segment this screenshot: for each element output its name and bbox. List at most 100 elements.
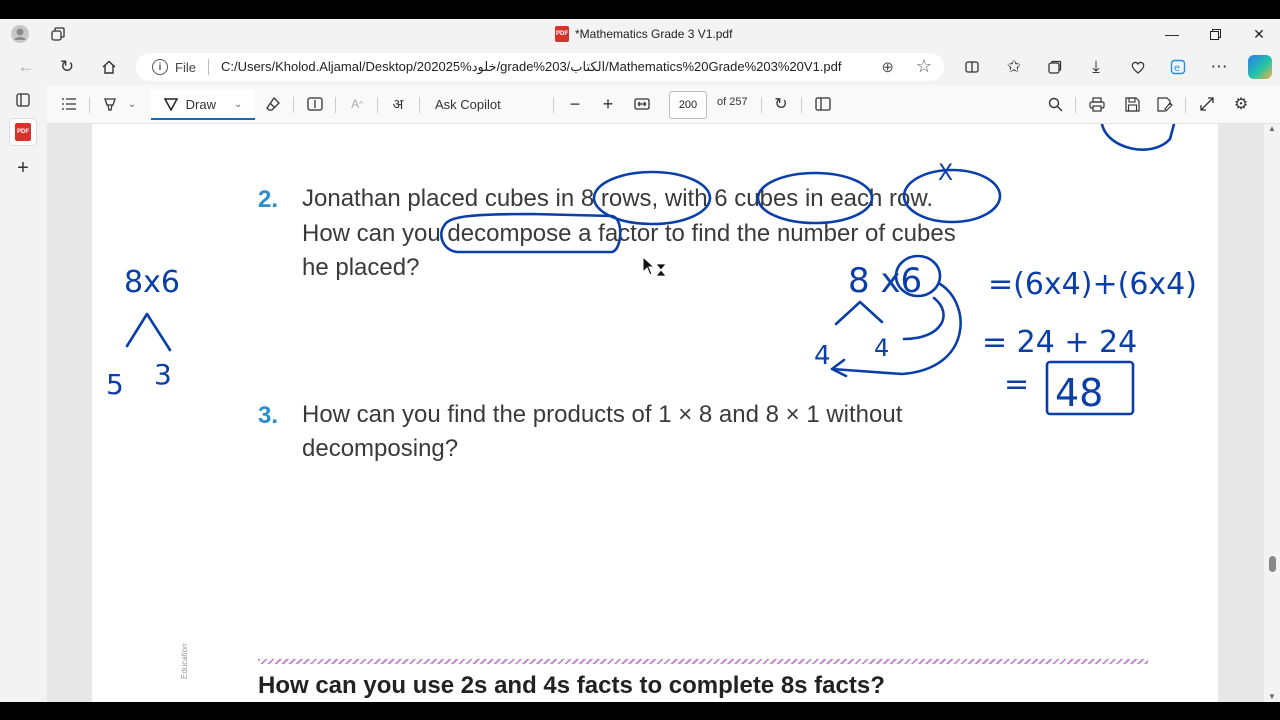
toolbar-divider	[801, 97, 802, 113]
ink-partial-circle	[1100, 124, 1176, 151]
toolbar-divider	[293, 97, 294, 113]
toolbar-divider	[419, 97, 420, 113]
fullscreen-icon[interactable]	[1197, 93, 1217, 115]
toolbar-divider	[1185, 97, 1186, 113]
search-icon[interactable]	[1045, 93, 1065, 115]
ink-right-split-branches	[834, 300, 884, 326]
eraser-icon[interactable]	[263, 93, 283, 115]
scrollbar-thumb[interactable]	[1269, 556, 1276, 572]
question-2-number: 2.	[258, 186, 279, 213]
ink-left-split-a: 5	[106, 368, 124, 401]
edge-bar-icon[interactable]: e	[1165, 55, 1191, 79]
pdf-toolbar: ⌄ Draw ⌄ A ^ अ Ask Copilot − + 200 of 257	[47, 85, 1280, 124]
tab-actions-icon[interactable]	[10, 87, 36, 113]
add-text-icon[interactable]	[305, 93, 325, 115]
highlight-button[interactable]: ⌄	[97, 93, 141, 115]
toolbar-divider	[1075, 97, 1076, 113]
ink-left-split-b: 3	[154, 358, 172, 391]
ink-inner-curve	[902, 296, 945, 341]
toolbar-divider	[335, 97, 336, 113]
more-options-icon[interactable]: ⋯	[1206, 55, 1232, 79]
collections-icon[interactable]	[1042, 55, 1068, 79]
tab-title: PDF *Mathematics Grade 3 V1.pdf	[555, 26, 732, 42]
pdf-file-icon: PDF	[555, 26, 569, 42]
tab-pdf-document[interactable]: PDF	[10, 119, 36, 145]
ink-split-left: 4	[814, 341, 831, 371]
question-2-line-1: Jonathan placed cubes in 8 rows, with 6 …	[302, 185, 934, 212]
browser-window: PDF *Mathematics Grade 3 V1.pdf — ✕ ← ↻ …	[0, 19, 1280, 702]
page-view-icon[interactable]	[812, 93, 834, 115]
vertical-credit: Education	[180, 643, 189, 679]
fit-width-icon[interactable]	[632, 93, 652, 115]
read-aloud-text-size-icon[interactable]: A ^	[345, 93, 369, 115]
ink-left-expression: 8x6	[124, 265, 180, 300]
minimize-button[interactable]: —	[1150, 19, 1194, 49]
toolbar-divider	[89, 97, 90, 113]
ink-right-expression: 8 x6	[848, 261, 922, 301]
section-heading: How can you use 2s and 4s facts to compl…	[258, 672, 885, 699]
busy-cursor-icon	[642, 256, 667, 277]
toolbar-divider	[377, 97, 378, 113]
ink-answer: 48	[1055, 371, 1103, 415]
vertical-tab-rail: PDF +	[0, 85, 47, 702]
contents-icon[interactable]	[59, 93, 79, 115]
favorite-star-icon[interactable]: ☆	[916, 56, 932, 77]
zoom-in-button[interactable]: +	[598, 93, 618, 115]
question-3-line-2: decomposing?	[302, 435, 459, 462]
ink-arrow-curve	[830, 282, 962, 376]
question-3-line-1: How can you find the products of 1 × 8 a…	[302, 401, 903, 428]
close-window-button[interactable]: ✕	[1237, 19, 1280, 49]
new-tab-button[interactable]: +	[10, 155, 36, 181]
question-3-number: 3.	[258, 402, 279, 429]
favorites-icon[interactable]: ✩	[1001, 55, 1027, 79]
downloads-icon[interactable]: ⤓	[1083, 55, 1109, 79]
save-as-icon[interactable]	[1155, 93, 1175, 115]
copilot-icon[interactable]	[1248, 55, 1272, 79]
pdf-tab-icon: PDF	[15, 123, 31, 141]
draw-button[interactable]: Draw ⌄	[151, 90, 255, 120]
toolbar-divider	[553, 97, 554, 113]
save-icon[interactable]	[1122, 93, 1142, 115]
browser-essentials-icon[interactable]	[1125, 55, 1151, 79]
ink-arrowhead	[830, 358, 848, 378]
navigation-bar: ← ↻ i File C:/Users/Kholod.Aljamal/Deskt…	[0, 49, 1280, 85]
address-url[interactable]: C:/Users/Kholod.Aljamal/Desktop/202025%خ…	[221, 59, 842, 75]
address-divider	[207, 59, 209, 75]
refresh-button[interactable]: ↻	[54, 55, 80, 79]
tab-title-text: *Mathematics Grade 3 V1.pdf	[575, 27, 733, 41]
address-scheme-label: File	[175, 59, 196, 75]
ink-equation-1: =(6x4)+(6x4)	[988, 267, 1197, 302]
site-info-icon[interactable]: i	[152, 59, 168, 75]
pdf-viewer[interactable]: 2. Jonathan placed cubes in 8 rows, with…	[47, 124, 1264, 702]
print-icon[interactable]	[1087, 93, 1107, 115]
ink-split-right: 4	[874, 334, 889, 362]
draw-label: Draw	[185, 96, 216, 112]
svg-text:e: e	[1174, 63, 1180, 74]
home-button[interactable]	[96, 55, 122, 79]
back-button[interactable]: ←	[13, 55, 39, 79]
workspaces-icon[interactable]	[48, 24, 68, 44]
question-2-line-2: How can you decompose a factor to find t…	[302, 220, 956, 247]
ink-equation-2: = 24 + 24	[982, 325, 1137, 360]
page-number-input[interactable]: 200	[669, 91, 707, 119]
ask-copilot-button[interactable]: Ask Copilot	[435, 93, 501, 115]
ink-circle-6	[894, 254, 942, 298]
split-screen-icon[interactable]	[959, 55, 985, 79]
scroll-down-icon[interactable]: ▼	[1268, 692, 1276, 701]
chevron-down-icon: ⌄	[127, 98, 137, 110]
vertical-scrollbar[interactable]: ▲ ▼	[1264, 124, 1280, 702]
profile-avatar-icon[interactable]	[10, 24, 30, 44]
ink-left-split-branches	[125, 312, 172, 352]
zoom-out-button[interactable]: −	[565, 93, 585, 115]
section-divider	[258, 659, 1148, 664]
restore-button[interactable]	[1193, 19, 1237, 49]
question-2-line-3: he placed?	[302, 254, 420, 281]
address-bar[interactable]: i File C:/Users/Kholod.Aljamal/Desktop/2…	[136, 53, 944, 81]
settings-gear-icon[interactable]: ⚙	[1231, 93, 1251, 115]
scroll-up-icon[interactable]: ▲	[1268, 124, 1276, 133]
pdf-page[interactable]: 2. Jonathan placed cubes in 8 rows, with…	[92, 124, 1218, 702]
rotate-icon[interactable]: ↻	[771, 93, 791, 115]
translate-icon[interactable]: अ	[387, 93, 409, 115]
zoom-icon[interactable]: ⊕	[881, 58, 894, 76]
screen-bottom-border	[0, 702, 1280, 720]
